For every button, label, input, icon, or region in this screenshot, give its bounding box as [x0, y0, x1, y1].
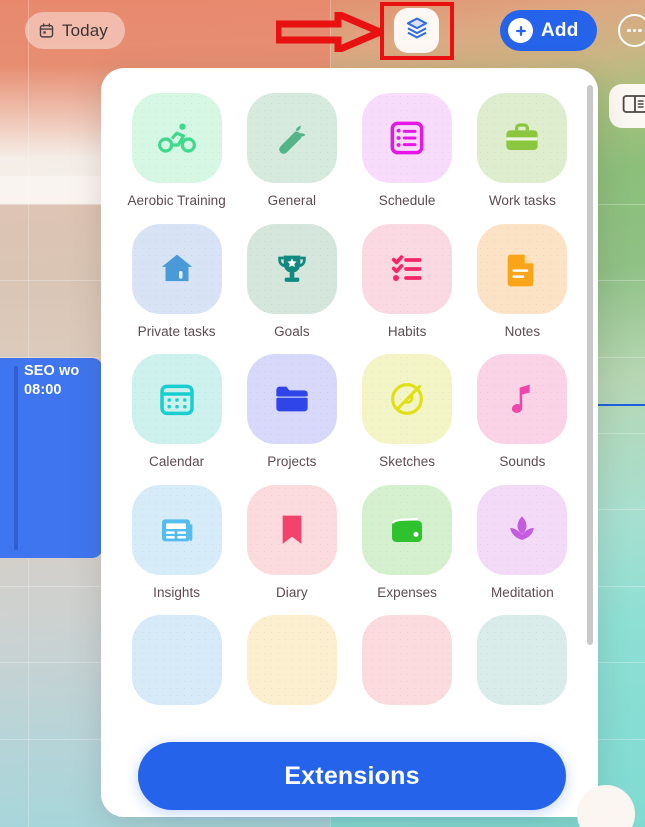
today-button[interactable]: Today [25, 12, 125, 49]
app-tile-habits[interactable]: Habits [350, 223, 465, 341]
app-tile-surface [362, 615, 453, 705]
carrot-icon [246, 93, 337, 183]
app-tile-goals[interactable]: Goals [234, 223, 349, 341]
app-tile-label: Calendar [149, 454, 205, 469]
add-button[interactable]: Add [500, 10, 597, 51]
add-label: Add [541, 19, 579, 41]
extensions-popup: Aerobic Training General Schedule Work task… [101, 68, 598, 817]
app-tile-label: General [267, 193, 317, 208]
more-horizontal-icon [626, 28, 643, 33]
app-tile-partial[interactable] [119, 615, 234, 715]
popup-scrollbar-thumb[interactable] [587, 85, 593, 645]
app-tile-partial[interactable] [465, 615, 580, 715]
app-tile-label: Notes [504, 323, 541, 339]
app-tile-sketches[interactable]: Sketches [350, 354, 465, 471]
music-note-icon [477, 354, 568, 444]
app-tile-partial[interactable] [350, 615, 465, 715]
app-tile-calendar[interactable]: Calendar [119, 354, 234, 471]
event-time: 08:00 [24, 382, 62, 398]
app-tile-schedule[interactable]: Schedule [350, 93, 465, 210]
layers-button[interactable] [394, 8, 439, 53]
app-tile-label: Sounds [499, 454, 546, 469]
app-root: SEO wo 08:00 Today Add Aerobic Training … [0, 0, 645, 827]
app-tile-general[interactable]: General [234, 93, 349, 210]
app-tile-surface [477, 615, 568, 705]
top-toolbar: Today Add [0, 0, 645, 62]
app-tile-diary[interactable]: Diary [234, 484, 349, 602]
app-tile-label: Sketches [379, 454, 436, 469]
wallet-icon [362, 484, 453, 575]
app-tile-label: Diary [275, 584, 308, 600]
app-tile-label: Work tasks [488, 193, 556, 208]
event-title: SEO wo [24, 363, 80, 379]
app-tile-label: Insights [153, 584, 201, 600]
event-accent-bar [14, 366, 18, 550]
app-tile-sounds[interactable]: Sounds [465, 354, 580, 471]
app-tile-label: Aerobic Training [127, 193, 226, 208]
trophy-icon [246, 223, 337, 314]
app-tile-label: Habits [387, 323, 427, 339]
app-tile-expenses[interactable]: Expenses [350, 484, 465, 602]
app-grid: Aerobic Training General Schedule Work task… [119, 93, 580, 715]
pencil-circle-icon [362, 354, 453, 444]
plus-circle-icon [508, 18, 533, 43]
app-tile-label: Schedule [378, 193, 436, 208]
app-tile-work-tasks[interactable]: Work tasks [465, 93, 580, 210]
app-tile-label: Projects [267, 454, 317, 469]
extensions-label: Extensions [284, 761, 420, 790]
app-tile-label: Meditation [490, 584, 554, 600]
checklist-icon [362, 223, 453, 314]
bookmark-icon [246, 484, 337, 575]
app-tile-surface [131, 615, 222, 705]
extensions-button[interactable]: Extensions [138, 742, 566, 810]
calendar-grid-icon [131, 354, 222, 444]
more-options-button[interactable] [618, 14, 645, 47]
app-tile-projects[interactable]: Projects [234, 354, 349, 471]
app-tile-surface [246, 615, 337, 705]
calendar-icon [38, 22, 55, 39]
app-tile-label: Private tasks [137, 323, 216, 339]
sidebar-panel-icon [622, 93, 645, 120]
app-tile-notes[interactable]: Notes [465, 223, 580, 341]
newspaper-icon [131, 484, 222, 575]
layers-stack-icon [404, 15, 430, 46]
app-grid-scroll-area[interactable]: Aerobic Training General Schedule Work task… [101, 68, 598, 817]
app-tile-private-tasks[interactable]: Private tasks [119, 223, 234, 341]
app-tile-meditation[interactable]: Meditation [465, 484, 580, 602]
sidebar-panel-toggle-button[interactable] [609, 84, 645, 128]
app-tile-label: Goals [274, 323, 310, 339]
today-label: Today [62, 20, 108, 40]
list-box-icon [362, 93, 453, 183]
calendar-event[interactable]: SEO wo 08:00 [0, 358, 103, 558]
house-icon [131, 223, 222, 314]
document-icon [477, 223, 568, 314]
app-tile-aerobic-training[interactable]: Aerobic Training [119, 93, 234, 210]
app-tile-insights[interactable]: Insights [119, 484, 234, 602]
bicycle-icon [131, 93, 222, 183]
lotus-icon [477, 484, 568, 575]
app-tile-label: Expenses [377, 584, 437, 600]
app-tile-partial[interactable] [234, 615, 349, 715]
folder-icon [246, 354, 337, 444]
briefcase-icon [477, 93, 568, 183]
